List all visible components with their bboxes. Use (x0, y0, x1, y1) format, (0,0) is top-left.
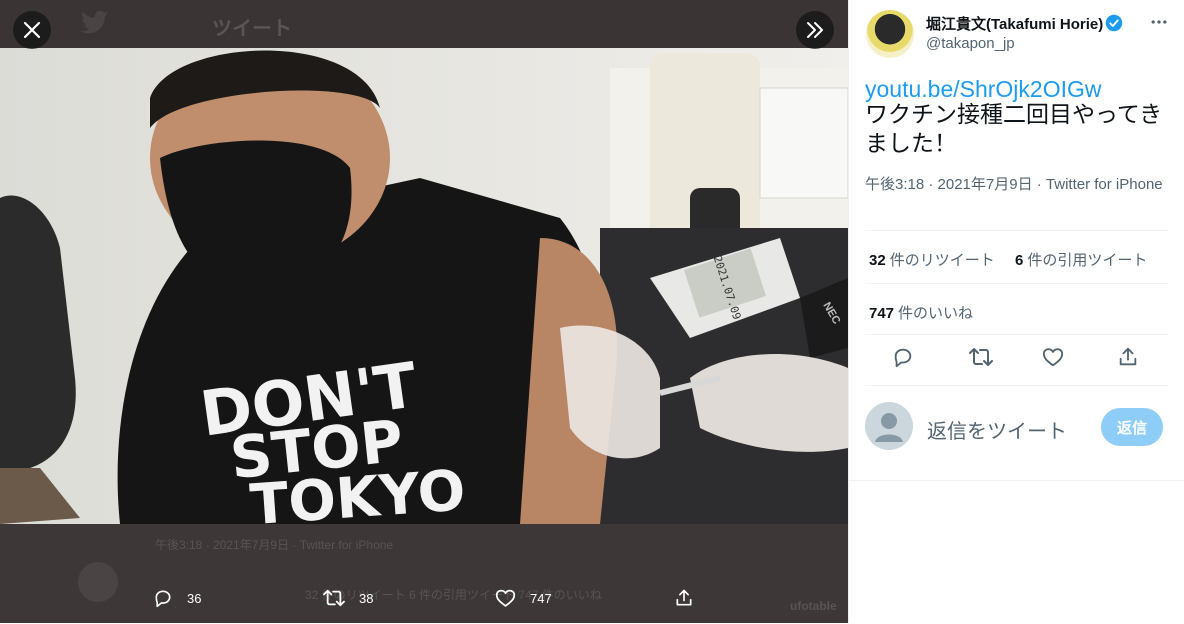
likes-stat[interactable]: 747 件のいいね (869, 302, 973, 323)
divider (865, 385, 1169, 386)
divider (865, 334, 1169, 335)
heart-icon (495, 589, 516, 607)
more-options-icon[interactable] (1149, 12, 1169, 32)
likes-label: 件のいいね (898, 305, 974, 322)
share-icon (676, 589, 692, 606)
divider (865, 230, 1169, 231)
quotes-count: 6 (1015, 252, 1024, 269)
retweet-icon[interactable] (969, 346, 993, 368)
retweet-action[interactable]: 38 (323, 578, 373, 618)
reply-icon (155, 590, 171, 608)
reply-count: 36 (187, 590, 202, 606)
default-avatar-icon (875, 413, 903, 442)
share-action[interactable] (674, 578, 708, 618)
photo-illustration: 2021.07.09 NEC DON'T STOP TOKYO (0, 50, 848, 524)
reply-icon[interactable] (892, 346, 914, 368)
like-count: 747 (530, 590, 552, 606)
quotes-label: 件の引用ツイート (1027, 252, 1148, 269)
retweet-count: 38 (359, 590, 374, 606)
author-avatar[interactable] (866, 10, 914, 58)
media-viewer: ツイート 2021.07.09 NEC DON'T STOP TOKYO 午後3… (0, 0, 848, 623)
reply-button[interactable]: 返信 (1101, 408, 1163, 446)
replies-area (849, 480, 1184, 624)
background-page-title: ツイート (212, 18, 292, 40)
retweets-label: 件のリツイート (889, 252, 995, 269)
tweet-detail-panel: 堀江貴文(Takafumi Horie) @takapon_jp youtu.b… (848, 0, 1184, 624)
quotes-stat[interactable]: 6 件の引用ツイート (1015, 249, 1147, 270)
author-handle[interactable]: @takapon_jp (926, 35, 1015, 52)
media-actions-bar: 36 38 747 (0, 578, 848, 618)
tweet-text: ワクチン接種二回目やってきました！ (865, 101, 1163, 156)
heart-icon[interactable] (1042, 346, 1064, 368)
background-meta: 午後3:18 · 2021年7月9日 · Twitter for iPhone (155, 538, 394, 552)
twitter-bird-icon (80, 10, 109, 34)
tweet-meta: 午後3:18 · 2021年7月9日 · Twitter for iPhone (865, 176, 1163, 193)
close-button[interactable] (13, 11, 51, 49)
user-avatar (865, 402, 913, 450)
toggle-panel-button[interactable] (796, 11, 834, 49)
share-icon[interactable] (1117, 346, 1139, 368)
close-icon (23, 21, 41, 39)
tweet-photo: 2021.07.09 NEC DON'T STOP TOKYO (0, 48, 848, 524)
double-chevron-right-icon (807, 22, 823, 38)
divider (865, 283, 1169, 284)
retweets-count: 32 (869, 252, 886, 269)
reply-action[interactable]: 36 (153, 578, 201, 618)
retweets-stat[interactable]: 32 件のリツイート (869, 249, 995, 270)
like-action[interactable]: 747 (495, 578, 552, 618)
reply-input[interactable]: 返信をツイート (927, 415, 1067, 444)
likes-count: 747 (869, 305, 895, 322)
verified-badge-icon (1105, 14, 1123, 32)
background-header: ツイート (0, 0, 848, 48)
author-name[interactable]: 堀江貴文(Takafumi Horie) (926, 13, 1103, 34)
retweet-icon (323, 589, 345, 607)
tweet-link[interactable]: youtu.be/ShrOjk2OIGw (865, 76, 1102, 103)
